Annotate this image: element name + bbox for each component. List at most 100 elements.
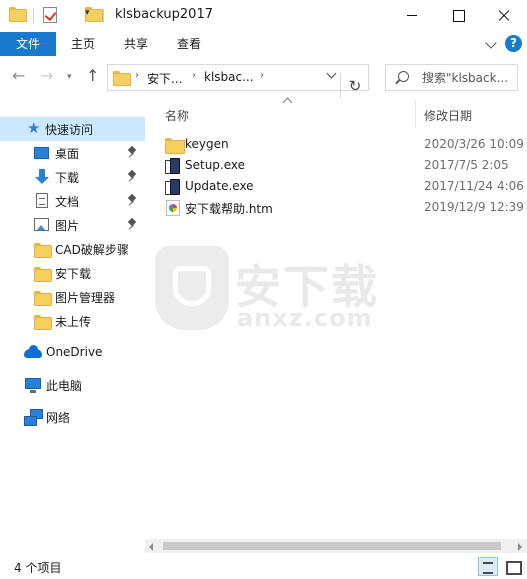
sidebar-item-onedrive[interactable]: OneDrive — [0, 341, 145, 365]
download-icon — [35, 169, 49, 185]
sidebar-item-label: 下载 — [55, 171, 80, 185]
tab-share[interactable]: 共享 — [114, 32, 158, 56]
network-icon — [24, 409, 43, 426]
watermark-text-en: anxz.com — [237, 304, 373, 332]
sidebar-item-network[interactable]: 网络 — [0, 405, 145, 429]
file-row[interactable]: 安下载帮助.htm 2019/12/9 12:39 — [157, 198, 524, 218]
scroll-right-arrow-icon[interactable] — [518, 543, 522, 551]
window-title: klsbackup2017 — [115, 7, 213, 22]
details-view-button[interactable] — [478, 557, 498, 576]
file-list: 名称 修改日期 keygen 2020/3/26 10:09 Setup.exe… — [145, 97, 527, 553]
sidebar-item-desktop[interactable]: 桌面 — [0, 141, 145, 165]
up-arrow-icon[interactable]: ↑ — [86, 68, 99, 84]
sidebar-item-anxz-folder[interactable]: 安下载 — [0, 261, 145, 285]
pin-icon[interactable] — [128, 147, 136, 158]
address-history-chevron-icon[interactable] — [327, 70, 336, 79]
sidebar-item-label: OneDrive — [46, 345, 103, 359]
document-icon — [36, 193, 48, 208]
tab-file[interactable]: 文件 — [0, 32, 56, 56]
pin-icon[interactable] — [128, 219, 136, 230]
file-name: Setup.exe — [185, 158, 246, 172]
scrollbar-thumb[interactable] — [163, 542, 501, 550]
breadcrumb-current[interactable]: klsbac... — [204, 70, 254, 84]
breadcrumb-separator-icon[interactable]: › — [192, 70, 196, 81]
status-bar: 4 个项目 — [0, 555, 527, 579]
sidebar-item-label: 桌面 — [55, 147, 80, 161]
window-folder-icon — [9, 7, 27, 22]
sidebar-item-downloads[interactable]: 下载 — [0, 165, 145, 189]
item-count: 4 个项目 — [14, 561, 62, 575]
sidebar-item-pictures[interactable]: 图片 — [0, 213, 145, 237]
file-name: Update.exe — [185, 179, 254, 193]
column-header-date-modified[interactable]: 修改日期 — [424, 107, 472, 124]
htm-icon — [166, 200, 180, 216]
onedrive-icon — [24, 345, 42, 358]
file-row[interactable]: keygen 2020/3/26 10:09 — [157, 135, 524, 155]
sidebar-item-quick-access[interactable]: ★ 快速访问 — [0, 117, 145, 141]
sort-ascending-icon — [282, 97, 293, 108]
close-button[interactable] — [481, 0, 527, 32]
recent-locations-chevron-icon[interactable]: ▾ — [67, 69, 72, 85]
folder-icon — [34, 315, 52, 330]
file-name: 安下载帮助.htm — [185, 202, 273, 216]
computer-icon — [25, 378, 41, 393]
sidebar-item-label: 安下载 — [55, 267, 92, 281]
sidebar-item-cad-folder[interactable]: CAD破解步骤 — [0, 237, 145, 261]
tab-view[interactable]: 查看 — [167, 32, 211, 56]
sidebar-item-label: 网络 — [46, 411, 71, 425]
file-date: 2017/7/5 2:05 — [424, 158, 509, 172]
breadcrumb-parent[interactable]: 安下... — [147, 70, 182, 87]
file-row[interactable]: Setup.exe 2017/7/5 2:05 — [157, 156, 522, 176]
search-icon — [398, 71, 409, 82]
forward-arrow-icon[interactable]: → — [40, 68, 53, 84]
large-icons-view-button[interactable] — [502, 557, 522, 576]
sidebar-item-documents[interactable]: 文档 — [0, 189, 145, 213]
ribbon-tabs: 文件 主页 共享 查看 ? — [0, 32, 527, 56]
file-date: 2017/11/24 4:06 — [424, 179, 524, 193]
back-arrow-icon[interactable]: ← — [12, 68, 25, 84]
search-box[interactable] — [385, 64, 518, 91]
scroll-left-arrow-icon[interactable] — [149, 543, 153, 551]
watermark-shield-icon — [155, 246, 229, 330]
refresh-button[interactable]: ↻ — [340, 73, 369, 100]
maximize-button[interactable] — [435, 0, 481, 32]
navigation-pane: ★ 快速访问 桌面 下载 文档 图片 CAD破解步骤 安下载 图片管理器 未上传 — [0, 98, 145, 555]
properties-check-icon[interactable] — [43, 7, 57, 23]
folder-icon — [34, 243, 52, 258]
pin-icon[interactable] — [128, 195, 136, 206]
tab-home[interactable]: 主页 — [61, 32, 105, 56]
sidebar-item-label: 快速访问 — [45, 123, 94, 137]
navigation-bar: ← → ▾ ↑ › 安下... › klsbac... › ↻ — [0, 56, 527, 100]
desktop-icon — [34, 147, 49, 159]
sidebar-item-not-uploaded-folder[interactable]: 未上传 — [0, 309, 145, 333]
sidebar-item-label: 未上传 — [55, 315, 92, 329]
watermark-shield-inner — [173, 266, 211, 306]
title-separator — [103, 9, 104, 23]
column-divider[interactable] — [415, 100, 416, 128]
horizontal-scrollbar[interactable] — [145, 539, 527, 553]
file-name: keygen — [185, 137, 229, 151]
column-header-name[interactable]: 名称 — [165, 107, 189, 124]
file-row[interactable]: Update.exe 2017/11/24 4:06 — [157, 177, 524, 197]
folder-icon — [34, 291, 52, 306]
star-icon: ★ — [27, 119, 41, 137]
breadcrumb-separator-icon[interactable]: › — [135, 70, 139, 81]
folder-icon — [165, 138, 185, 154]
breadcrumb-separator-icon[interactable]: › — [260, 70, 264, 81]
help-icon[interactable]: ? — [505, 35, 522, 52]
sidebar-item-label: 此电脑 — [46, 379, 83, 393]
sidebar-item-label: 图片管理器 — [55, 291, 116, 305]
sidebar-item-label: 文档 — [55, 195, 80, 209]
file-date: 2020/3/26 10:09 — [424, 137, 524, 151]
pin-icon[interactable] — [128, 171, 136, 182]
exe-icon — [165, 158, 181, 174]
ribbon-expand-chevron-icon[interactable] — [485, 37, 497, 49]
address-folder-icon — [113, 71, 131, 86]
sidebar-item-image-manager-folder[interactable]: 图片管理器 — [0, 285, 145, 309]
search-input[interactable] — [422, 65, 516, 90]
watermark: 安下载 anxz.com — [155, 246, 415, 336]
quick-access-dropdown-icon[interactable]: ▾ — [85, 8, 90, 18]
sidebar-item-this-pc[interactable]: 此电脑 — [0, 373, 145, 397]
sidebar-item-label: 图片 — [55, 219, 80, 233]
minimize-button[interactable] — [389, 0, 435, 32]
